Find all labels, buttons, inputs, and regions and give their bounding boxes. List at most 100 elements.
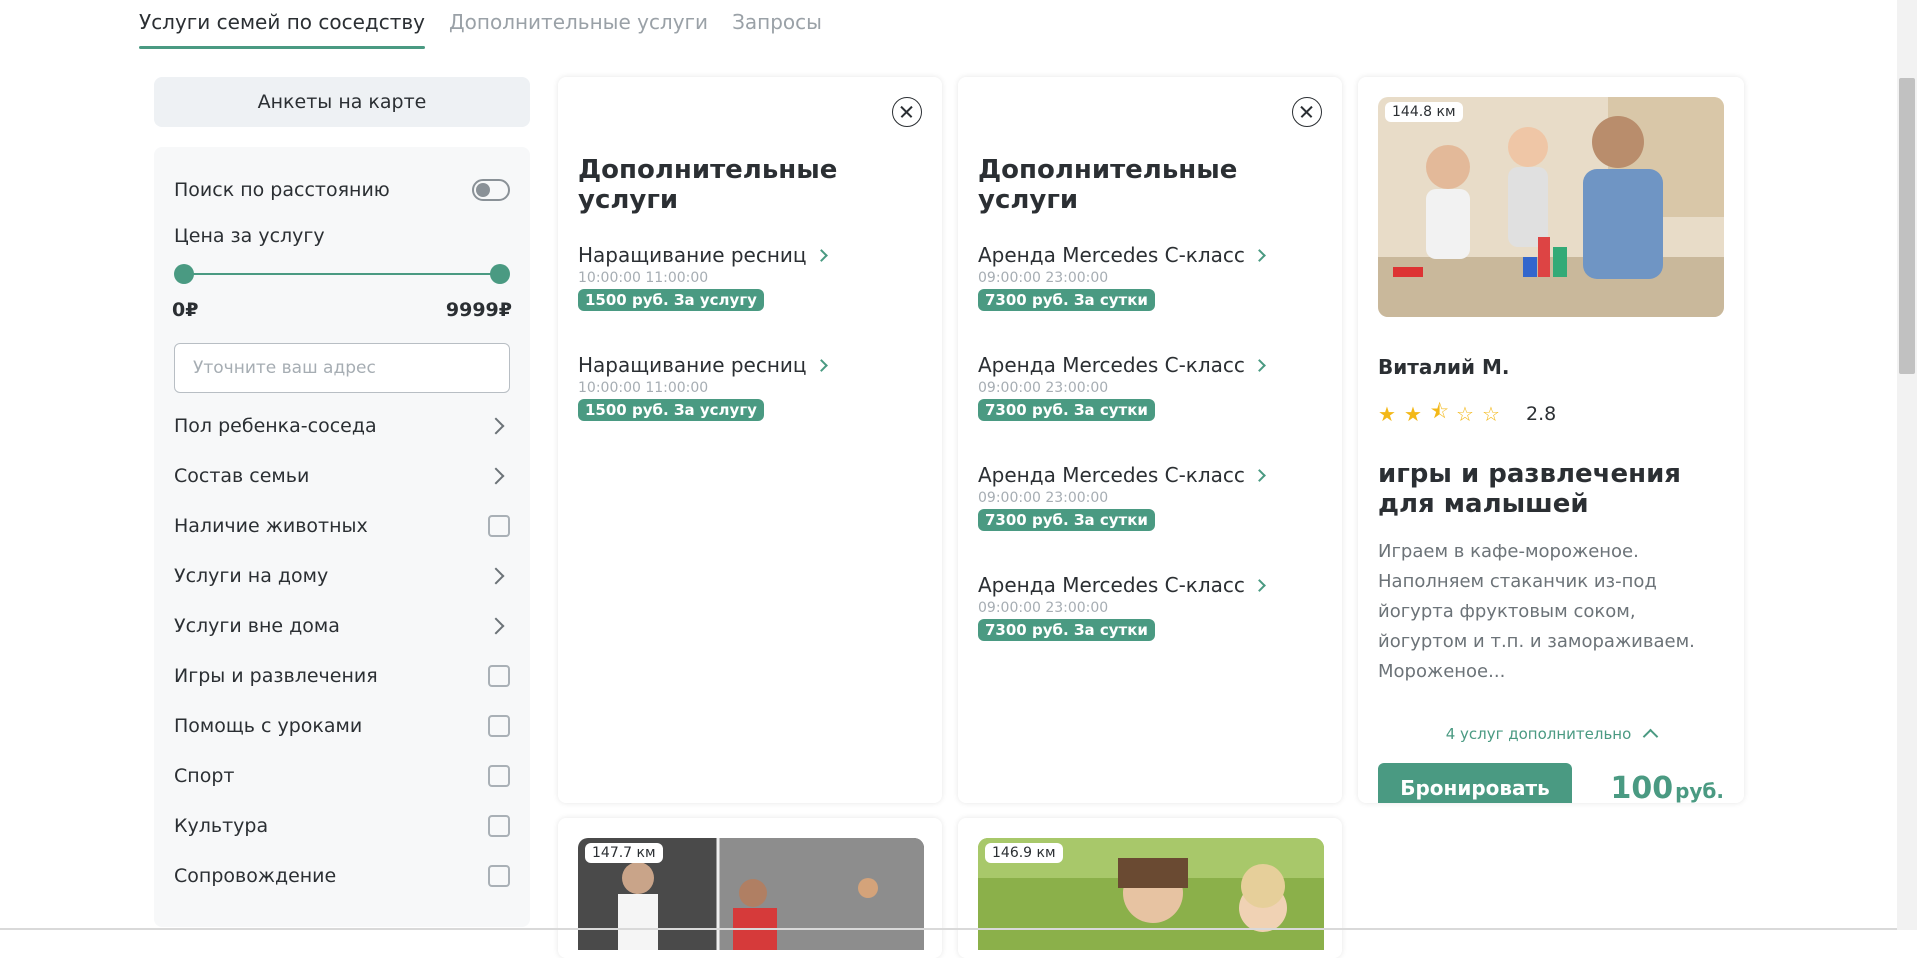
tabs-bar: Услуги семей по соседству Дополнительные…	[139, 0, 822, 49]
service-time: 09:00:00 23:00:00	[978, 270, 1109, 286]
filter-option-label: Спорт	[174, 765, 235, 787]
star-empty-icon: ☆	[1482, 402, 1500, 426]
filter-outside-services[interactable]: Услуги вне дома	[174, 601, 510, 651]
close-icon[interactable]	[1292, 97, 1322, 127]
service-link[interactable]: Аренда Mercedes C-класс	[978, 243, 1322, 267]
service-link[interactable]: Аренда Mercedes C-класс	[978, 573, 1322, 597]
chevron-right-icon	[1253, 468, 1266, 482]
service-price: 100 руб.	[1610, 771, 1724, 804]
service-link[interactable]: Аренда Mercedes C-класс	[978, 353, 1322, 377]
service-item: Наращивание ресниц 10:00:00 11:00:00 150…	[578, 353, 922, 463]
distance-badge: 144.8 км	[1385, 102, 1463, 122]
filter-sport[interactable]: Спорт	[174, 751, 510, 801]
service-time: 09:00:00 23:00:00	[978, 600, 1109, 616]
close-icon[interactable]	[892, 97, 922, 127]
homework-checkbox[interactable]	[488, 715, 510, 737]
chevron-right-icon	[814, 248, 828, 262]
chevron-right-icon	[487, 417, 505, 435]
filter-homework[interactable]: Помощь с уроками	[174, 701, 510, 751]
service-list: Аренда Mercedes C-класс 09:00:00 23:00:0…	[978, 243, 1322, 683]
filter-option-label: Культура	[174, 815, 269, 837]
price-badge: 7300 руб. За сутки	[978, 619, 1155, 641]
service-item: Аренда Mercedes C-класс 09:00:00 23:00:0…	[978, 573, 1322, 683]
filter-option-label: Состав семьи	[174, 465, 310, 487]
price-range-values: 0₽ 9999₽	[172, 299, 512, 321]
profile-card[interactable]: 146.9 км	[958, 818, 1342, 958]
service-name: Наращивание ресниц	[578, 353, 807, 377]
games-checkbox[interactable]	[488, 665, 510, 687]
filter-option-label: Услуги на дому	[174, 565, 329, 587]
distance-badge: 146.9 км	[985, 843, 1063, 863]
filter-child-gender[interactable]: Пол ребенка-соседа	[174, 401, 510, 451]
distance-search-label: Поиск по расстоянию	[174, 179, 390, 201]
filter-option-label: Помощь с уроками	[174, 715, 363, 737]
service-list: Наращивание ресниц 10:00:00 11:00:00 150…	[578, 243, 922, 463]
scrollbar-thumb[interactable]	[1899, 78, 1915, 374]
filter-panel: Поиск по расстоянию Цена за услугу 0₽ 99…	[154, 147, 530, 927]
filter-option-label: Игры и развлечения	[174, 665, 378, 687]
filter-pets[interactable]: Наличие животных	[174, 501, 510, 551]
service-item: Наращивание ресниц 10:00:00 11:00:00 150…	[578, 243, 922, 353]
service-name: Аренда Mercedes C-класс	[978, 243, 1245, 267]
distance-search-toggle[interactable]	[472, 179, 510, 201]
price-amount: 100	[1610, 770, 1674, 804]
profile-photo[interactable]: 146.9 км	[978, 838, 1324, 950]
filter-home-services[interactable]: Услуги на дому	[174, 551, 510, 601]
service-time: 09:00:00 23:00:00	[978, 490, 1109, 506]
filter-option-label: Услуги вне дома	[174, 615, 340, 637]
tab-requests[interactable]: Запросы	[732, 0, 822, 48]
more-services-label: 4 услуг дополнительно	[1445, 725, 1632, 743]
profile-card[interactable]: 144.8 км Виталий М. ★ ★ ⯪ ☆ ☆ 2.8 игры и…	[1358, 77, 1744, 803]
rating-value: 2.8	[1526, 403, 1557, 425]
star-half-icon: ⯪	[1430, 399, 1449, 423]
profile-photo[interactable]: 147.7 км	[578, 838, 924, 950]
culture-checkbox[interactable]	[488, 815, 510, 837]
tab-family-services[interactable]: Услуги семей по соседству	[139, 0, 426, 49]
chevron-right-icon	[814, 358, 828, 372]
price-badge: 7300 руб. За сутки	[978, 289, 1155, 311]
chevron-right-icon	[1253, 248, 1266, 262]
book-button[interactable]: Бронировать	[1378, 763, 1572, 803]
price-max-handle[interactable]	[490, 264, 510, 284]
pets-checkbox[interactable]	[488, 515, 510, 537]
card-title: Дополнительные услуги	[578, 155, 838, 215]
price-badge: 7300 руб. За сутки	[978, 509, 1155, 531]
service-item: Аренда Mercedes C-класс 09:00:00 23:00:0…	[978, 243, 1322, 353]
chevron-right-icon	[487, 467, 505, 485]
address-input[interactable]	[174, 343, 510, 393]
tab-additional-services[interactable]: Дополнительные услуги	[449, 0, 708, 48]
service-link[interactable]: Аренда Mercedes C-класс	[978, 463, 1322, 487]
sport-checkbox[interactable]	[488, 765, 510, 787]
filter-family-composition[interactable]: Состав семьи	[174, 451, 510, 501]
filter-escort[interactable]: Сопровождение	[174, 851, 510, 901]
escort-checkbox[interactable]	[488, 865, 510, 887]
price-min-handle[interactable]	[174, 264, 194, 284]
chevron-up-icon	[1643, 728, 1659, 745]
service-name: Аренда Mercedes C-класс	[978, 463, 1245, 487]
map-profiles-button[interactable]: Анкеты на карте	[154, 77, 530, 127]
service-name: Наращивание ресниц	[578, 243, 807, 267]
profile-footer: Бронировать 100 руб.	[1378, 763, 1724, 803]
filter-games[interactable]: Игры и развлечения	[174, 651, 510, 701]
family-photo-illustration	[1378, 97, 1724, 317]
service-link[interactable]: Наращивание ресниц	[578, 353, 922, 377]
service-item: Аренда Mercedes C-класс 09:00:00 23:00:0…	[978, 463, 1322, 573]
profile-card[interactable]: 147.7 км	[558, 818, 942, 958]
chevron-right-icon	[487, 617, 505, 635]
service-time: 10:00:00 11:00:00	[578, 380, 709, 396]
service-description: Играем в кафе-мороженое. Наполняем стака…	[1378, 541, 1695, 682]
service-link[interactable]: Наращивание ресниц	[578, 243, 922, 267]
filter-culture[interactable]: Культура	[174, 801, 510, 851]
more-services-toggle[interactable]: 4 услуг дополнительно	[1378, 725, 1724, 745]
filter-options: Пол ребенка-соседа Состав семьи Наличие …	[174, 401, 510, 901]
vertical-scrollbar[interactable]	[1897, 0, 1917, 930]
price-badge: 7300 руб. За сутки	[978, 399, 1155, 421]
filter-option-label: Наличие животных	[174, 515, 368, 537]
service-name: Аренда Mercedes C-класс	[978, 573, 1245, 597]
distance-badge: 147.7 км	[585, 843, 663, 863]
card-title: Дополнительные услуги	[978, 155, 1238, 215]
service-title: игры и развлечения для малышей	[1378, 459, 1681, 519]
profile-photo[interactable]: 144.8 км	[1378, 97, 1724, 317]
price-slider[interactable]	[174, 259, 510, 289]
additional-services-card: Дополнительные услуги Аренда Mercedes C-…	[958, 77, 1342, 803]
